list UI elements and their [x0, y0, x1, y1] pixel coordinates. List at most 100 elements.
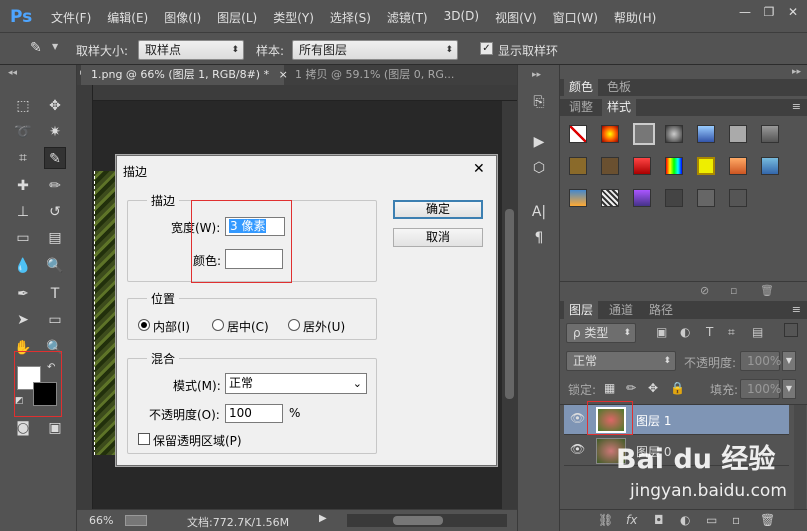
layer-name[interactable]: 图层 1	[636, 412, 671, 429]
lock-position-icon[interactable]: ✥	[648, 381, 658, 395]
layers-scrollbar[interactable]	[794, 405, 806, 509]
gradient-icon[interactable]: ▤	[44, 227, 66, 249]
radio-center[interactable]	[212, 319, 224, 331]
brush-icon[interactable]: ✏	[44, 175, 66, 197]
menu-type[interactable]: 类型(Y)	[273, 9, 314, 26]
move-icon[interactable]: ✥	[44, 95, 66, 117]
history-panel-icon[interactable]: ⎘	[528, 91, 550, 113]
filter-toggle[interactable]	[784, 323, 798, 337]
clear-style-icon[interactable]: ⊘	[700, 284, 709, 297]
menu-image[interactable]: 图像(I)	[164, 9, 201, 26]
restore-button[interactable]: ❐	[761, 5, 777, 19]
eyedropper-icon[interactable]: ✎	[30, 40, 42, 56]
layer-filter-select[interactable]: ρ 类型 ⬍	[566, 323, 636, 343]
filter-shape-icon[interactable]: ⌗	[728, 325, 735, 340]
eraser-icon[interactable]: ▭	[12, 227, 34, 249]
menu-window[interactable]: 窗口(W)	[553, 9, 598, 26]
magic-wand-icon[interactable]: ✷	[44, 121, 66, 143]
rectangle-icon[interactable]: ▭	[44, 309, 66, 331]
style-swatch[interactable]	[569, 189, 587, 207]
show-ring-checkbox[interactable]: ✓	[480, 42, 493, 55]
scroll-thumb[interactable]	[393, 516, 443, 525]
radio-outside-label[interactable]: 居外(U)	[303, 318, 345, 335]
radio-center-label[interactable]: 居中(C)	[227, 318, 269, 335]
menu-file[interactable]: 文件(F)	[51, 9, 91, 26]
menu-layer[interactable]: 图层(L)	[217, 9, 257, 26]
radio-outside[interactable]	[288, 319, 300, 331]
style-swatch[interactable]	[601, 157, 619, 175]
style-swatch[interactable]	[697, 189, 715, 207]
opacity-field[interactable]: 100	[225, 404, 283, 423]
horizontal-scrollbar[interactable]	[347, 514, 507, 527]
3d-panel-icon[interactable]: ⬡	[528, 157, 550, 179]
blend-mode-select[interactable]: 正常 ⬍	[566, 351, 676, 371]
type-icon[interactable]: T	[44, 283, 66, 305]
style-swatch[interactable]	[601, 189, 619, 207]
menu-edit[interactable]: 编辑(E)	[107, 9, 148, 26]
minimize-button[interactable]: —	[737, 5, 753, 19]
pen-icon[interactable]: ✒	[12, 283, 34, 305]
preserve-transparency-checkbox[interactable]	[138, 433, 150, 445]
collapse-arrows-icon[interactable]: ◂◂	[8, 68, 17, 78]
menu-select[interactable]: 选择(S)	[330, 9, 371, 26]
sample-size-select[interactable]: 取样点 ⬍	[138, 40, 244, 60]
ok-button[interactable]: 确定	[393, 200, 483, 219]
visibility-eye-icon[interactable]: 👁	[570, 442, 585, 456]
style-swatch[interactable]	[697, 157, 715, 175]
tab-document-2[interactable]: 1 拷贝 @ 59.1% (图层 0, RG...	[285, 65, 464, 85]
status-menu-arrow-icon[interactable]: ▶	[319, 513, 327, 524]
path-selection-icon[interactable]: ➤	[12, 309, 34, 331]
style-swatch[interactable]	[633, 157, 651, 175]
style-swatch[interactable]	[569, 157, 587, 175]
radio-inside[interactable]	[138, 319, 150, 331]
lock-transparency-icon[interactable]: ▦	[604, 381, 615, 395]
lock-all-icon[interactable]: 🔒	[670, 381, 685, 395]
mode-select[interactable]: 正常 ⌄	[225, 373, 367, 394]
filter-smart-object-icon[interactable]: ▤	[752, 325, 763, 339]
zoom-level[interactable]: 66%	[89, 514, 113, 527]
actions-panel-icon[interactable]: ▶	[528, 131, 550, 153]
panel-menu-icon[interactable]: ≡	[792, 100, 801, 113]
tab-swatches[interactable]: 色板	[602, 78, 636, 96]
menu-filter[interactable]: 滤镜(T)	[387, 9, 428, 26]
menu-3d[interactable]: 3D(D)	[444, 9, 479, 26]
visibility-eye-icon[interactable]: 👁	[570, 411, 585, 425]
lasso-icon[interactable]: ➰	[12, 121, 34, 143]
style-swatch[interactable]	[665, 189, 683, 207]
new-style-icon[interactable]: ▫	[730, 284, 737, 297]
character-panel-icon[interactable]: A|	[528, 201, 550, 223]
style-swatch[interactable]	[665, 125, 683, 143]
tab-document-1[interactable]: 1.png @ 66% (图层 1, RGB/8#) * ×	[81, 65, 288, 85]
style-swatch[interactable]	[697, 125, 715, 143]
status-icon[interactable]	[125, 515, 147, 526]
trash-icon[interactable]: 🗑	[760, 284, 774, 297]
dialog-close-icon[interactable]: ✕	[473, 161, 485, 177]
fill-dropdown[interactable]: ▼	[782, 379, 796, 399]
vertical-scrollbar[interactable]	[502, 101, 517, 509]
filter-adjustment-icon[interactable]: ◐	[680, 325, 690, 339]
blur-icon[interactable]: 💧	[12, 255, 34, 277]
menu-view[interactable]: 视图(V)	[495, 9, 537, 26]
opacity-dropdown[interactable]: ▼	[782, 351, 796, 371]
style-swatch[interactable]	[633, 189, 651, 207]
panel-menu-icon[interactable]: ≡	[792, 303, 801, 316]
scroll-thumb[interactable]	[505, 209, 514, 399]
crop-icon[interactable]: ⌗	[12, 147, 34, 169]
eyedropper-tool-icon[interactable]: ✎	[44, 147, 66, 169]
opacity-field[interactable]: 100%	[740, 351, 781, 371]
style-swatch[interactable]	[729, 189, 747, 207]
style-swatch[interactable]	[761, 125, 779, 143]
style-none[interactable]	[569, 125, 587, 143]
style-swatch[interactable]	[729, 157, 747, 175]
paragraph-panel-icon[interactable]: ¶	[528, 227, 550, 249]
quick-mask-icon[interactable]: ◙	[12, 417, 34, 439]
filter-type-icon[interactable]: T	[706, 325, 713, 339]
tab-paths[interactable]: 路径	[644, 301, 678, 319]
fill-field[interactable]: 100%	[740, 379, 781, 399]
tab-layers[interactable]: 图层	[564, 301, 599, 319]
lock-pixels-icon[interactable]: ✏	[626, 381, 636, 395]
marquee-icon[interactable]: ⬚	[12, 95, 34, 117]
style-swatch[interactable]	[601, 125, 619, 143]
clone-stamp-icon[interactable]: ⊥	[12, 201, 34, 223]
tab-color[interactable]: 颜色	[564, 78, 599, 96]
